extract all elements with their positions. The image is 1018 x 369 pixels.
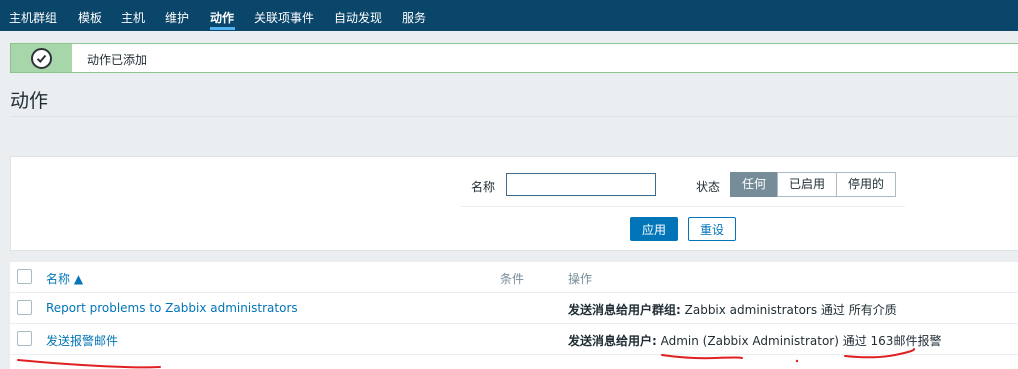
action-name-link[interactable]: Report problems to Zabbix administrators xyxy=(46,301,298,315)
action-operations: 发送消息给用户: Admin (Zabbix Administrator) 通过… xyxy=(568,332,941,349)
nav-item-discovery[interactable]: 自动发现 xyxy=(334,9,382,26)
row-checkbox[interactable] xyxy=(17,300,32,315)
filter-name-label: 名称 xyxy=(471,180,496,194)
header-name-sort-link[interactable]: 名称 ▲ xyxy=(46,270,83,287)
nav-item-actions[interactable]: 动作 xyxy=(210,9,234,26)
table-row: Report problems to Zabbix administrators… xyxy=(10,293,1018,324)
success-message-text: 动作已添加 xyxy=(87,53,148,67)
status-option-enabled[interactable]: 已启用 xyxy=(777,172,837,197)
filter-name-input[interactable] xyxy=(506,173,656,196)
nav-item-hosts[interactable]: 主机 xyxy=(121,9,145,26)
success-message: 动作已添加 xyxy=(10,43,1018,73)
action-name-link[interactable]: 发送报警邮件 xyxy=(46,332,118,349)
select-all-checkbox[interactable] xyxy=(17,269,32,284)
table-row: 发送报警邮件 发送消息给用户: Admin (Zabbix Administra… xyxy=(10,324,1018,355)
nav-item-correlation[interactable]: 关联项事件 xyxy=(254,9,314,26)
status-option-any[interactable]: 任何 xyxy=(730,172,778,197)
row-checkbox[interactable] xyxy=(17,331,32,346)
action-operations: 发送消息给用户群组: Zabbix administrators 通过 所有介质 xyxy=(568,301,897,318)
operation-detail: Zabbix administrators 通过 所有介质 xyxy=(680,303,897,317)
status-option-disabled[interactable]: 停用的 xyxy=(836,172,896,197)
nav-item-templates[interactable]: 模板 xyxy=(78,9,102,26)
reset-button[interactable]: 重设 xyxy=(688,217,736,241)
operation-type: 发送消息给用户群组: xyxy=(568,303,681,317)
nav-item-maintenance[interactable]: 维护 xyxy=(165,9,189,26)
nav-item-host-groups[interactable]: 主机群组 xyxy=(9,9,57,26)
nav-item-services[interactable]: 服务 xyxy=(402,9,426,26)
header-conditions: 条件 xyxy=(500,272,525,286)
top-navigation: 主机群组 模板 主机 维护 动作 关联项事件 自动发现 服务 xyxy=(0,0,1018,31)
filter-status-label: 状态 xyxy=(696,180,721,194)
table-header-row: 名称 ▲ 条件 操作 xyxy=(10,262,1018,293)
title-divider xyxy=(10,116,1018,117)
apply-button[interactable]: 应用 xyxy=(630,217,678,241)
operation-detail: Admin (Zabbix Administrator) 通过 163邮件报警 xyxy=(656,334,942,348)
operation-type: 发送消息给用户: xyxy=(568,334,657,348)
filter-panel: 名称 状态 任何 已启用 停用的 应用 重设 xyxy=(10,156,1018,251)
active-tab-indicator xyxy=(210,27,235,30)
header-operations: 操作 xyxy=(568,272,593,286)
page-title: 动作 xyxy=(10,90,49,112)
actions-table: 名称 ▲ 条件 操作 Report problems to Zabbix adm… xyxy=(10,262,1018,369)
success-icon-box xyxy=(11,44,72,72)
check-icon xyxy=(31,48,52,69)
filter-divider xyxy=(461,206,905,207)
